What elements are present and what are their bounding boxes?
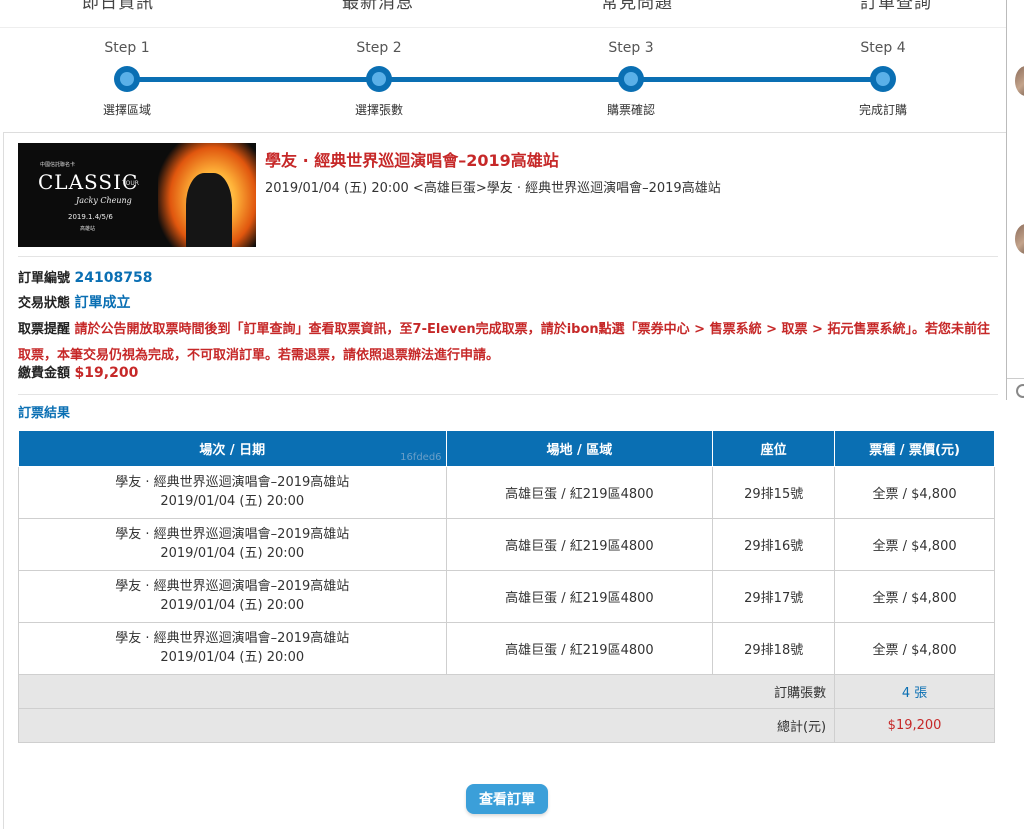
poster-tour: TOUR [122,180,139,187]
step-dot [870,66,896,92]
order-number-row: 訂單編號 24108758 [18,267,152,286]
step-1: Step 1 選擇區域 [67,40,187,118]
poster-signature: Jacky Cheung [76,196,132,205]
event-title: 學友 · 經典世界巡迴演唱會–2019高雄站 [265,151,559,170]
nav-item-today-info[interactable]: 即日資訊 [82,0,154,13]
order-status-label: 交易狀態 [18,296,71,311]
cell-price: 全票 / $4,800 [834,569,995,623]
divider [18,394,998,395]
step-title: Step 1 [104,40,150,56]
event-poster: 中國信託聯名卡 CLASSIC TOUR Jacky Cheung 2019.1… [18,143,256,247]
cell-venue: 高雄巨蛋 / 紅219區4800 [445,465,714,519]
table-header-row: 場次 / 日期 16fded6 場地 / 區域 座位 票種 / 票價(元) [18,431,995,467]
cell-seat: 29排16號 [712,517,836,571]
total-amount: $19,200 [834,707,995,743]
order-card: 中國信託聯名卡 CLASSIC TOUR Jacky Cheung 2019.1… [3,132,1006,829]
step-3: Step 3 購票確認 [571,40,691,118]
order-number-label: 訂單編號 [18,271,71,286]
cell-seat: 29排18號 [712,621,836,675]
poster-city: 高雄站 [80,226,96,232]
circle-icon[interactable] [1016,384,1024,398]
nav-item-faq[interactable]: 常見問題 [601,0,673,13]
header-venue: 場地 / 區域 [445,431,714,467]
cell-session: 學友 · 經典世界巡迴演唱會–2019高雄站 2019/01/04 (五) 20:… [18,569,447,623]
event-subtitle: 2019/01/04 (五) 20:00 <高雄巨蛋>學友 · 經典世界巡迴演唱… [265,181,721,196]
cell-price: 全票 / $4,800 [834,517,995,571]
cell-seat: 29排15號 [712,465,836,519]
order-status: 訂單成立 [74,295,131,311]
order-status-row: 交易狀態 訂單成立 [18,292,131,312]
step-4: Step 4 完成訂購 [823,40,943,118]
table-row: 學友 · 經典世界巡迴演唱會–2019高雄站 2019/01/04 (五) 20:… [18,465,995,519]
step-progress: Step 1 選擇區域 Step 2 選擇張數 Step 3 購票確認 Step… [0,30,1006,130]
step-dot [114,66,140,92]
table-row: 學友 · 經典世界巡迴演唱會–2019高雄站 2019/01/04 (五) 20:… [18,517,995,571]
divider [1007,378,1024,379]
avatar[interactable] [1015,66,1024,96]
cell-price: 全票 / $4,800 [834,621,995,675]
header-session: 場次 / 日期 16fded6 [18,431,447,467]
payment-amount-row: 繳費金額 $19,200 [18,362,138,381]
step-2: Step 2 選擇張數 [319,40,439,118]
order-number: 24108758 [74,270,153,286]
divider [18,256,998,257]
avatar[interactable] [1015,224,1024,254]
step-title: Step 4 [860,40,906,56]
cell-venue: 高雄巨蛋 / 紅219區4800 [445,569,714,623]
step-label: 選擇張數 [354,103,403,117]
view-order-button[interactable]: 查看訂單 [466,784,548,814]
cell-venue: 高雄巨蛋 / 紅219區4800 [445,517,714,571]
poster-sponsor: 中國信託聯名卡 [40,162,76,168]
cell-seat: 29排17號 [712,569,836,623]
result-title: 訂票結果 [18,406,71,421]
header-price: 票種 / 票價(元) [834,431,995,467]
cell-session: 學友 · 經典世界巡迴演唱會–2019高雄站 2019/01/04 (五) 20:… [18,621,447,675]
ticket-count-label: 訂購張數 [17,673,836,709]
step-label: 完成訂購 [858,103,907,117]
step-dot [618,66,644,92]
nav-item-order-query[interactable]: 訂單查詢 [860,0,932,13]
step-title: Step 3 [608,40,654,56]
step-label: 購票確認 [606,103,655,117]
table-row: 學友 · 經典世界巡迴演唱會–2019高雄站 2019/01/04 (五) 20:… [18,621,995,675]
step-dot [366,66,392,92]
step-label: 選擇區域 [102,103,151,117]
pickup-reminder-text: 請於公告開放取票時間後到「訂單查詢」查看取票資訊，至7-Eleven完成取票，請… [18,322,990,363]
table-row: 學友 · 經典世界巡迴演唱會–2019高雄站 2019/01/04 (五) 20:… [18,569,995,623]
pickup-reminder-row: 取票提醒 請於公告開放取票時間後到「訂單查詢」查看取票資訊，至7-Eleven完… [18,317,993,369]
ticket-count-row: 訂購張數 4 張 [17,673,995,709]
singer-figure [186,173,232,247]
nav-item-news[interactable]: 最新消息 [342,0,414,13]
top-nav: 即日資訊 最新消息 常見問題 訂單查詢 [0,0,1006,28]
payment-amount-label: 繳費金額 [18,366,71,381]
total-row: 總計(元) $19,200 [17,707,995,743]
cell-price: 全票 / $4,800 [834,465,995,519]
payment-amount: $19,200 [74,365,139,381]
ticket-count: 4 張 [834,673,995,709]
order-result-table: 場次 / 日期 16fded6 場地 / 區域 座位 票種 / 票價(元) 學友 … [17,431,995,743]
cell-session: 學友 · 經典世界巡迴演唱會–2019高雄站 2019/01/04 (五) 20:… [18,517,447,571]
progress-track [127,77,883,82]
header-seat: 座位 [712,431,836,467]
cell-venue: 高雄巨蛋 / 紅219區4800 [445,621,714,675]
side-panel [1006,0,1024,400]
pickup-reminder-label: 取票提醒 [18,322,71,337]
event-header: 中國信託聯名卡 CLASSIC TOUR Jacky Cheung 2019.1… [18,143,998,257]
cell-session: 學友 · 經典世界巡迴演唱會–2019高雄站 2019/01/04 (五) 20:… [18,465,447,519]
total-label: 總計(元) [17,707,836,743]
watermark: 16fded6 [400,451,442,463]
poster-date: 2019.1.4/5/6 [68,213,113,221]
step-title: Step 2 [356,40,402,56]
